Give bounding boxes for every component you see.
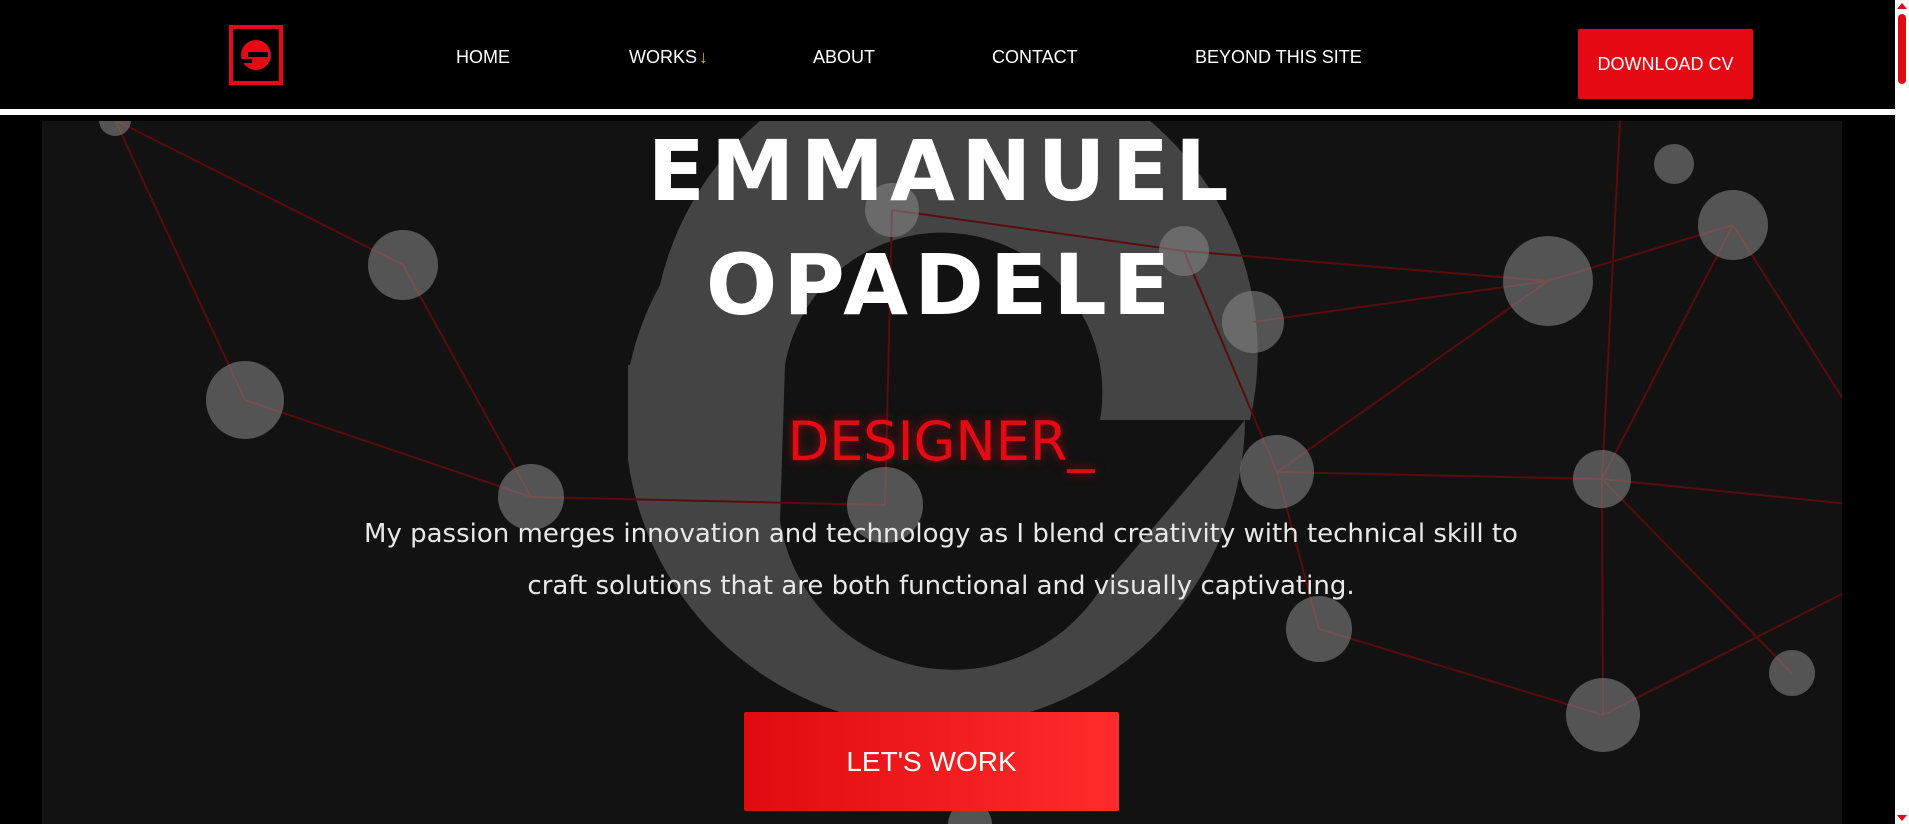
scroll-up-icon[interactable] bbox=[1897, 3, 1907, 9]
scroll-down-icon[interactable] bbox=[1897, 815, 1907, 821]
hero-role: DESIGNER_ bbox=[787, 410, 1095, 473]
scroll-thumb[interactable] bbox=[1898, 14, 1906, 84]
nav-works-label: WORKS bbox=[629, 47, 698, 67]
nav-works[interactable]: WORKS ↓ bbox=[629, 47, 708, 68]
arrow-down-icon: ↓ bbox=[699, 47, 709, 67]
top-navigation: HOME WORKS ↓ ABOUT CONTACT BEYOND THIS SI… bbox=[0, 0, 1895, 115]
hero-name-line1: EMMANUEL bbox=[647, 122, 1235, 220]
nav-home[interactable]: HOME bbox=[456, 47, 510, 68]
hero-tagline: My passion merges innovation and technol… bbox=[364, 519, 1518, 601]
lets-work-button[interactable]: LET'S WORK bbox=[744, 712, 1119, 811]
nav-contact[interactable]: CONTACT bbox=[992, 47, 1078, 68]
nav-about[interactable]: ABOUT bbox=[813, 47, 875, 68]
nav-beyond-this-site[interactable]: BEYOND THIS SITE bbox=[1195, 47, 1362, 68]
scrollbar[interactable] bbox=[1895, 0, 1909, 824]
logo-icon[interactable] bbox=[228, 24, 284, 86]
download-cv-button[interactable]: DOWNLOAD CV bbox=[1578, 29, 1753, 99]
hero-name-line2: OPADELE bbox=[705, 236, 1177, 334]
